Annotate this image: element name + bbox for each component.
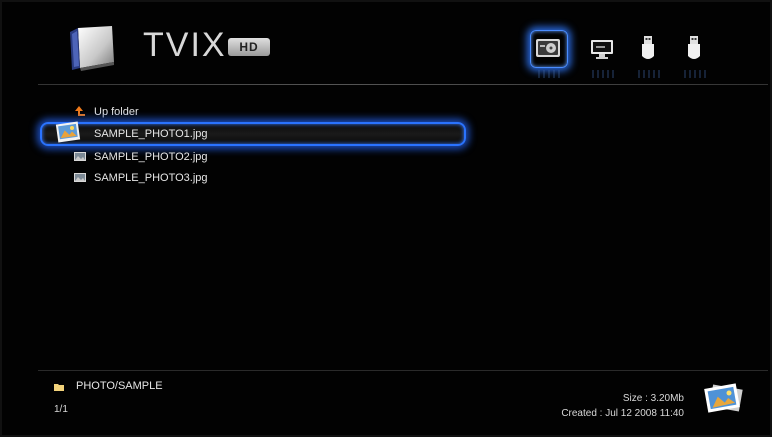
hard-drive-icon: [536, 39, 560, 57]
source-usb-2-button[interactable]: [678, 32, 714, 78]
up-arrow-icon: [75, 106, 85, 116]
source-hdd-button[interactable]: [530, 30, 568, 78]
brand-logo: TVIX HD: [143, 26, 273, 64]
file-list-item[interactable]: SAMPLE_PHOTO3.jpg: [42, 168, 462, 188]
source-network-button[interactable]: [586, 32, 622, 78]
header-divider: [38, 84, 768, 85]
file-list-item[interactable]: SAMPLE_PHOTO1.jpg: [40, 121, 466, 146]
current-path: PHOTO/SAMPLE: [76, 380, 163, 392]
device-logo-icon: [70, 26, 114, 71]
usb-icon: [688, 36, 700, 59]
file-name: SAMPLE_PHOTO3.jpg: [94, 172, 208, 184]
file-name: SAMPLE_PHOTO2.jpg: [94, 151, 208, 163]
photo-preview-icon: [704, 383, 743, 413]
file-list-item[interactable]: SAMPLE_PHOTO2.jpg: [42, 147, 462, 167]
photo-icon: [55, 121, 81, 143]
monitor-icon: [591, 40, 613, 59]
photo-icon: [74, 152, 86, 161]
page-indicator: 1/1: [54, 404, 68, 415]
media-browser-screen: TVIX HD Up folder SAMPLE_PHOTO1.jpg SAMP…: [0, 0, 772, 437]
file-info: Size : 3.20Mb Created : Jul 12 2008 11:4…: [561, 391, 684, 421]
usb-icon: [642, 36, 654, 59]
up-folder-item[interactable]: Up folder: [42, 102, 462, 122]
photo-icon: [74, 173, 86, 182]
brand-badge: HD: [228, 38, 270, 56]
up-folder-label: Up folder: [94, 106, 139, 118]
file-name: SAMPLE_PHOTO1.jpg: [94, 128, 208, 140]
folder-icon: [54, 384, 64, 391]
source-usb-1-button[interactable]: [632, 32, 668, 78]
file-created: Created : Jul 12 2008 11:40: [561, 408, 684, 419]
footer-divider: [38, 370, 768, 371]
brand-name: TVIX: [143, 26, 227, 64]
file-size: Size : 3.20Mb: [622, 393, 684, 404]
